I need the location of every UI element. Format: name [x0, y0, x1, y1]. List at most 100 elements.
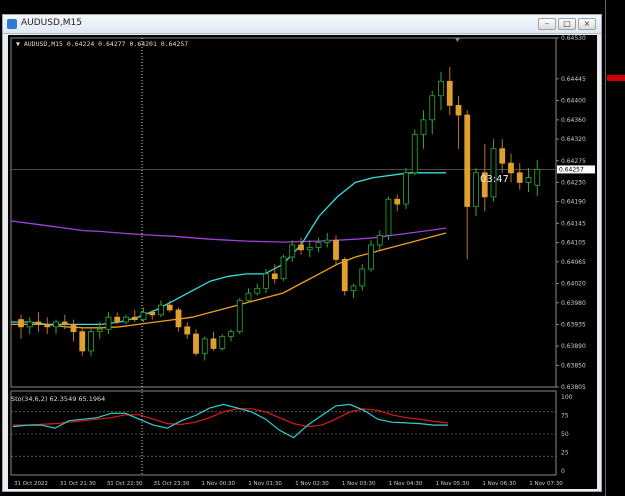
candle-body [140, 311, 147, 321]
candle-body [184, 326, 191, 335]
shift-marker-icon[interactable] [455, 38, 460, 42]
ma-orange-line [11, 232, 447, 329]
stochastic-label: Sto(34,6,2) 62.3549 65.1964 [11, 395, 106, 403]
price-axis-label: 0.64275 [561, 158, 586, 165]
candle-body [306, 246, 313, 251]
candle-body [403, 172, 409, 205]
maximize-button[interactable]: □ [558, 18, 576, 30]
candle-body [499, 148, 506, 164]
time-axis-label: 1 Nov 03:30 [342, 481, 376, 487]
candle-body [280, 256, 287, 280]
minimize-button[interactable]: – [538, 18, 556, 30]
candle-body [18, 319, 24, 328]
price-axis-label: 0.64145 [561, 220, 586, 227]
candle-body [341, 259, 348, 292]
background-price-marker [607, 75, 625, 81]
candle-body [429, 95, 436, 121]
price-axis-label: 0.64320 [561, 136, 586, 143]
candle-body [525, 177, 532, 183]
candle-body [289, 244, 296, 258]
candle-body [114, 316, 121, 323]
price-axis-label: 0.64530 [561, 35, 586, 42]
candle-body [446, 80, 453, 106]
candle-body [158, 304, 164, 316]
candle-body [175, 309, 182, 328]
close-button[interactable]: × [578, 18, 596, 30]
candle-body [149, 311, 156, 316]
candle-body [88, 331, 94, 352]
candle-body [420, 119, 427, 135]
oscillator-axis-label: 100 [561, 394, 573, 401]
candle-body [516, 172, 523, 183]
candle-body [219, 336, 226, 349]
time-axis-label: 31 Oct 23:30 [154, 481, 190, 487]
time-axis-label: 1 Nov 01:30 [248, 481, 282, 487]
candle-body [70, 324, 77, 333]
price-axis-label: 0.64065 [561, 259, 586, 266]
price-axis-label: 0.64445 [561, 76, 586, 83]
window-title: AUDUSD,M15 [21, 18, 82, 28]
price-axis-label: 0.63935 [561, 321, 586, 328]
current-price-label: 0.64257 [559, 166, 584, 173]
price-axis-label: 0.64230 [561, 179, 586, 186]
candle-body [394, 198, 401, 205]
candle-body [464, 114, 471, 207]
ma-cyan-line [11, 172, 446, 326]
candle-body [96, 328, 103, 333]
candle-body [79, 331, 86, 352]
symbol-info-label: ▼ AUDUSD,M15 0.64224 0.64277 0.64201 0.6… [16, 40, 189, 48]
bar-countdown: 03:47 [480, 174, 509, 185]
candle-body [376, 234, 383, 246]
candle-body [53, 321, 59, 328]
time-axis-label: 31 Oct 22:30 [107, 481, 143, 487]
candle-body [298, 244, 304, 251]
candle-body [228, 331, 234, 337]
time-axis-label: 31 Oct 21:30 [60, 481, 96, 487]
candle-body [254, 287, 261, 294]
time-axis-label: 31 Oct 2022 [14, 481, 48, 487]
candle-body [26, 321, 33, 328]
candle-body [490, 148, 497, 198]
candle-body [271, 273, 278, 280]
price-axis-label: 0.63805 [561, 384, 586, 391]
candle-body [473, 172, 479, 207]
oscillator-axis-label: 0 [561, 468, 565, 475]
candle-body [236, 299, 243, 333]
candle-body [123, 316, 129, 323]
candle-body [534, 169, 541, 186]
price-axis-label: 0.64360 [561, 117, 586, 124]
time-axis-label: 1 Nov 07:30 [529, 481, 563, 487]
candle-body [105, 316, 112, 330]
chart-window[interactable]: AUDUSD,M15 – □ × 0.64530 0.64445 0.64400 0.… [2, 14, 602, 492]
chart-area[interactable]: 0.64530 0.64445 0.64400 0.64360 0.64320 0.642… [8, 35, 597, 489]
candle-body [333, 239, 339, 260]
candle-body [131, 316, 138, 321]
time-axis-label: 1 Nov 00:30 [201, 481, 235, 487]
candle-body [44, 324, 51, 328]
candle-body [438, 80, 444, 97]
candle-body [508, 162, 514, 174]
price-axis-label: 0.64020 [561, 281, 586, 288]
candle-body [61, 321, 68, 325]
candle-body [324, 239, 331, 243]
window-titlebar[interactable]: AUDUSD,M15 – □ × [3, 15, 601, 34]
oscillator-axis-label: 25 [561, 450, 569, 457]
stochastic-signal-line [13, 408, 449, 428]
candle-body [166, 304, 173, 311]
candle-body [455, 104, 462, 116]
candle-body [385, 198, 392, 236]
price-axis-label: 0.64105 [561, 240, 586, 247]
symbol-ohlc: AUDUSD,M15 0.64224 0.64277 0.64201 0.642… [23, 40, 189, 48]
candle-body [359, 268, 366, 287]
time-axis-label: 1 Nov 06:30 [482, 481, 516, 487]
price-axis-label: 0.63890 [561, 343, 586, 350]
oscillator-axis-label: 75 [561, 413, 569, 420]
price-chart[interactable]: 0.64530 0.64445 0.64400 0.64360 0.64320 0.642… [8, 35, 597, 489]
candle-body [245, 292, 252, 301]
candle-body [210, 338, 217, 349]
candle-body [350, 285, 357, 292]
candle-body [368, 244, 374, 270]
price-axis-label: 0.64190 [561, 199, 586, 206]
candle-body [315, 242, 322, 248]
price-axis-label: 0.63850 [561, 362, 586, 369]
